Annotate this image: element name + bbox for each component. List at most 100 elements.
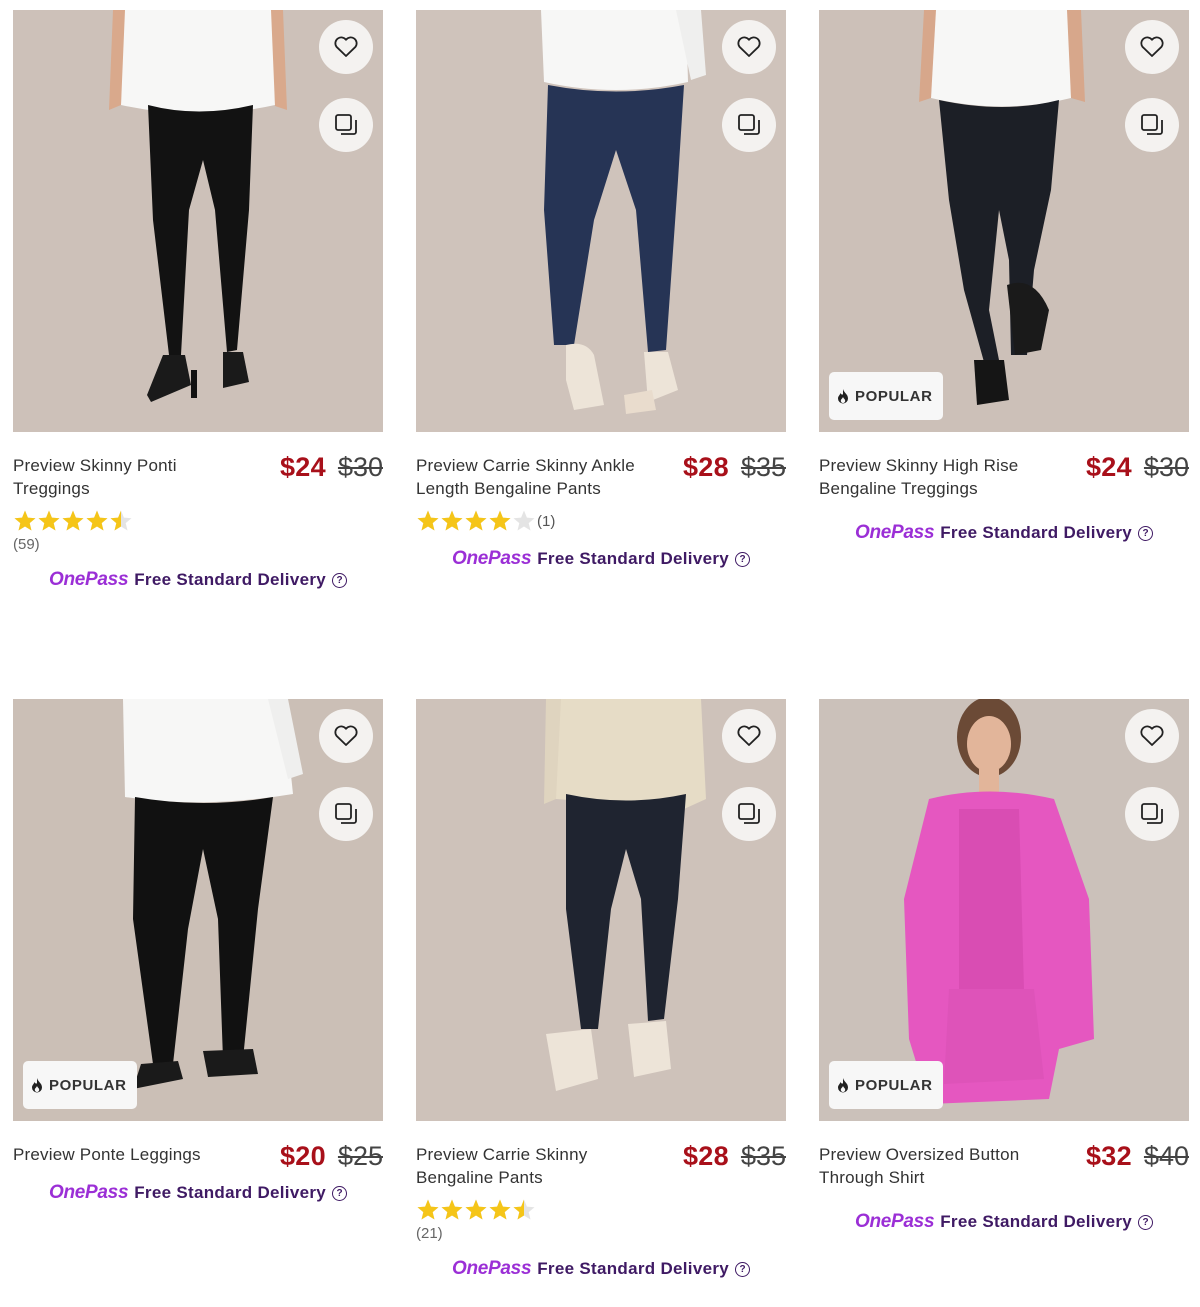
onepass-logo: OnePass — [48, 569, 129, 590]
product-image[interactable]: POPULAR — [819, 699, 1189, 1121]
delivery-text: Free Standard Delivery — [940, 523, 1133, 542]
product-name[interactable]: Preview Ponte Leggings — [13, 1143, 245, 1166]
delivery-info: OnePass Free Standard Delivery ? — [13, 569, 383, 591]
star-icon — [14, 510, 36, 531]
review-count: (59) — [13, 536, 40, 553]
heart-icon — [737, 725, 761, 746]
original-price: $35 — [740, 1141, 786, 1171]
product-photo — [819, 699, 1189, 1121]
product-image[interactable] — [416, 699, 786, 1121]
product-image[interactable]: POPULAR — [819, 10, 1189, 432]
star-icon — [417, 1199, 439, 1220]
compare-icon — [738, 803, 760, 824]
product-name[interactable]: Preview Skinny High Rise Bengaline Tregg… — [819, 454, 1051, 500]
star-icon — [465, 510, 487, 531]
delivery-text: Free Standard Delivery — [134, 570, 327, 589]
product-card[interactable]: POPULAR Preview Oversized Button Through… — [819, 699, 1189, 1233]
original-price: $30 — [337, 452, 383, 482]
product-card[interactable]: Preview Carrie Skinny Ankle Length Benga… — [416, 10, 786, 570]
question-circle-icon[interactable]: ? — [735, 1261, 751, 1277]
question-circle-icon[interactable]: ? — [332, 1185, 348, 1201]
sale-price: $24 — [279, 452, 326, 482]
delivery-info: OnePass Free Standard Delivery ? — [819, 1211, 1189, 1233]
onepass-logo: OnePass — [451, 1258, 532, 1279]
compare-button[interactable] — [319, 98, 373, 152]
sale-price: $28 — [682, 452, 729, 482]
star-icon — [62, 510, 84, 531]
delivery-info: OnePass Free Standard Delivery ? — [416, 1258, 786, 1280]
product-name[interactable]: Preview Carrie Skinny Ankle Length Benga… — [416, 454, 648, 500]
compare-button[interactable] — [1125, 787, 1179, 841]
product-name[interactable]: Preview Skinny Ponti Treggings — [13, 454, 245, 500]
product-card[interactable]: POPULAR Preview Ponte Leggings $20 $25 O… — [13, 699, 383, 1204]
product-photo — [13, 699, 383, 1121]
delivery-info: OnePass Free Standard Delivery ? — [819, 522, 1189, 544]
popular-badge: POPULAR — [829, 1061, 943, 1109]
star-icon — [417, 510, 439, 531]
product-image[interactable] — [416, 10, 786, 432]
product-image[interactable] — [13, 10, 383, 432]
delivery-info: OnePass Free Standard Delivery ? — [13, 1182, 383, 1204]
original-price: $30 — [1143, 452, 1189, 482]
star-icon — [441, 510, 463, 531]
sale-price: $24 — [1085, 452, 1132, 482]
onepass-logo: OnePass — [48, 1182, 129, 1203]
heart-icon — [334, 725, 358, 746]
product-card[interactable]: Preview Carrie Skinny Bengaline Pants $2… — [416, 699, 786, 1280]
heart-icon — [1140, 36, 1164, 57]
flame-icon — [838, 1077, 848, 1092]
star-rating: (1) — [416, 508, 786, 534]
original-price: $40 — [1143, 1141, 1189, 1171]
stars — [416, 1198, 536, 1222]
product-card[interactable]: POPULAR Preview Skinny High Rise Bengali… — [819, 10, 1189, 544]
onepass-logo: OnePass — [854, 522, 935, 543]
heart-icon — [1140, 725, 1164, 746]
compare-icon — [1141, 114, 1163, 135]
star-icon — [489, 510, 511, 531]
wishlist-button[interactable] — [1125, 20, 1179, 74]
delivery-text: Free Standard Delivery — [134, 1183, 327, 1202]
popular-badge: POPULAR — [829, 372, 943, 420]
product-name[interactable]: Preview Carrie Skinny Bengaline Pants — [416, 1143, 648, 1189]
product-card[interactable]: Preview Skinny Ponti Treggings $24 $30 (… — [13, 10, 383, 591]
question-circle-icon[interactable]: ? — [332, 572, 348, 588]
star-icon — [513, 510, 535, 531]
wishlist-button[interactable] — [722, 709, 776, 763]
delivery-info: OnePass Free Standard Delivery ? — [416, 548, 786, 570]
question-circle-icon[interactable]: ? — [735, 551, 751, 567]
star-rating — [13, 508, 383, 534]
stars — [416, 509, 536, 533]
compare-icon — [1141, 803, 1163, 824]
compare-icon — [738, 114, 760, 135]
popular-badge: POPULAR — [23, 1061, 137, 1109]
compare-button[interactable] — [319, 787, 373, 841]
stars — [13, 509, 133, 533]
product-photo — [416, 10, 786, 432]
compare-button[interactable] — [1125, 98, 1179, 152]
review-count: (1) — [537, 512, 556, 530]
star-icon — [441, 1199, 463, 1220]
delivery-text: Free Standard Delivery — [537, 549, 730, 568]
product-photo — [819, 10, 1189, 432]
wishlist-button[interactable] — [1125, 709, 1179, 763]
compare-button[interactable] — [722, 787, 776, 841]
onepass-logo: OnePass — [854, 1211, 935, 1232]
sale-price: $28 — [682, 1141, 729, 1171]
star-icon — [38, 510, 60, 531]
popular-label: POPULAR — [855, 1076, 933, 1094]
compare-icon — [335, 803, 357, 824]
product-name[interactable]: Preview Oversized Button Through Shirt — [819, 1143, 1051, 1189]
flame-icon — [32, 1077, 42, 1092]
heart-icon — [737, 36, 761, 57]
question-circle-icon[interactable]: ? — [1138, 1214, 1154, 1230]
popular-label: POPULAR — [49, 1076, 127, 1094]
flame-icon — [838, 388, 848, 403]
compare-button[interactable] — [722, 98, 776, 152]
question-circle-icon[interactable]: ? — [1138, 525, 1154, 541]
wishlist-button[interactable] — [722, 20, 776, 74]
star-icon — [86, 510, 108, 531]
wishlist-button[interactable] — [319, 20, 373, 74]
product-image[interactable]: POPULAR — [13, 699, 383, 1121]
wishlist-button[interactable] — [319, 709, 373, 763]
onepass-logo: OnePass — [451, 548, 532, 569]
